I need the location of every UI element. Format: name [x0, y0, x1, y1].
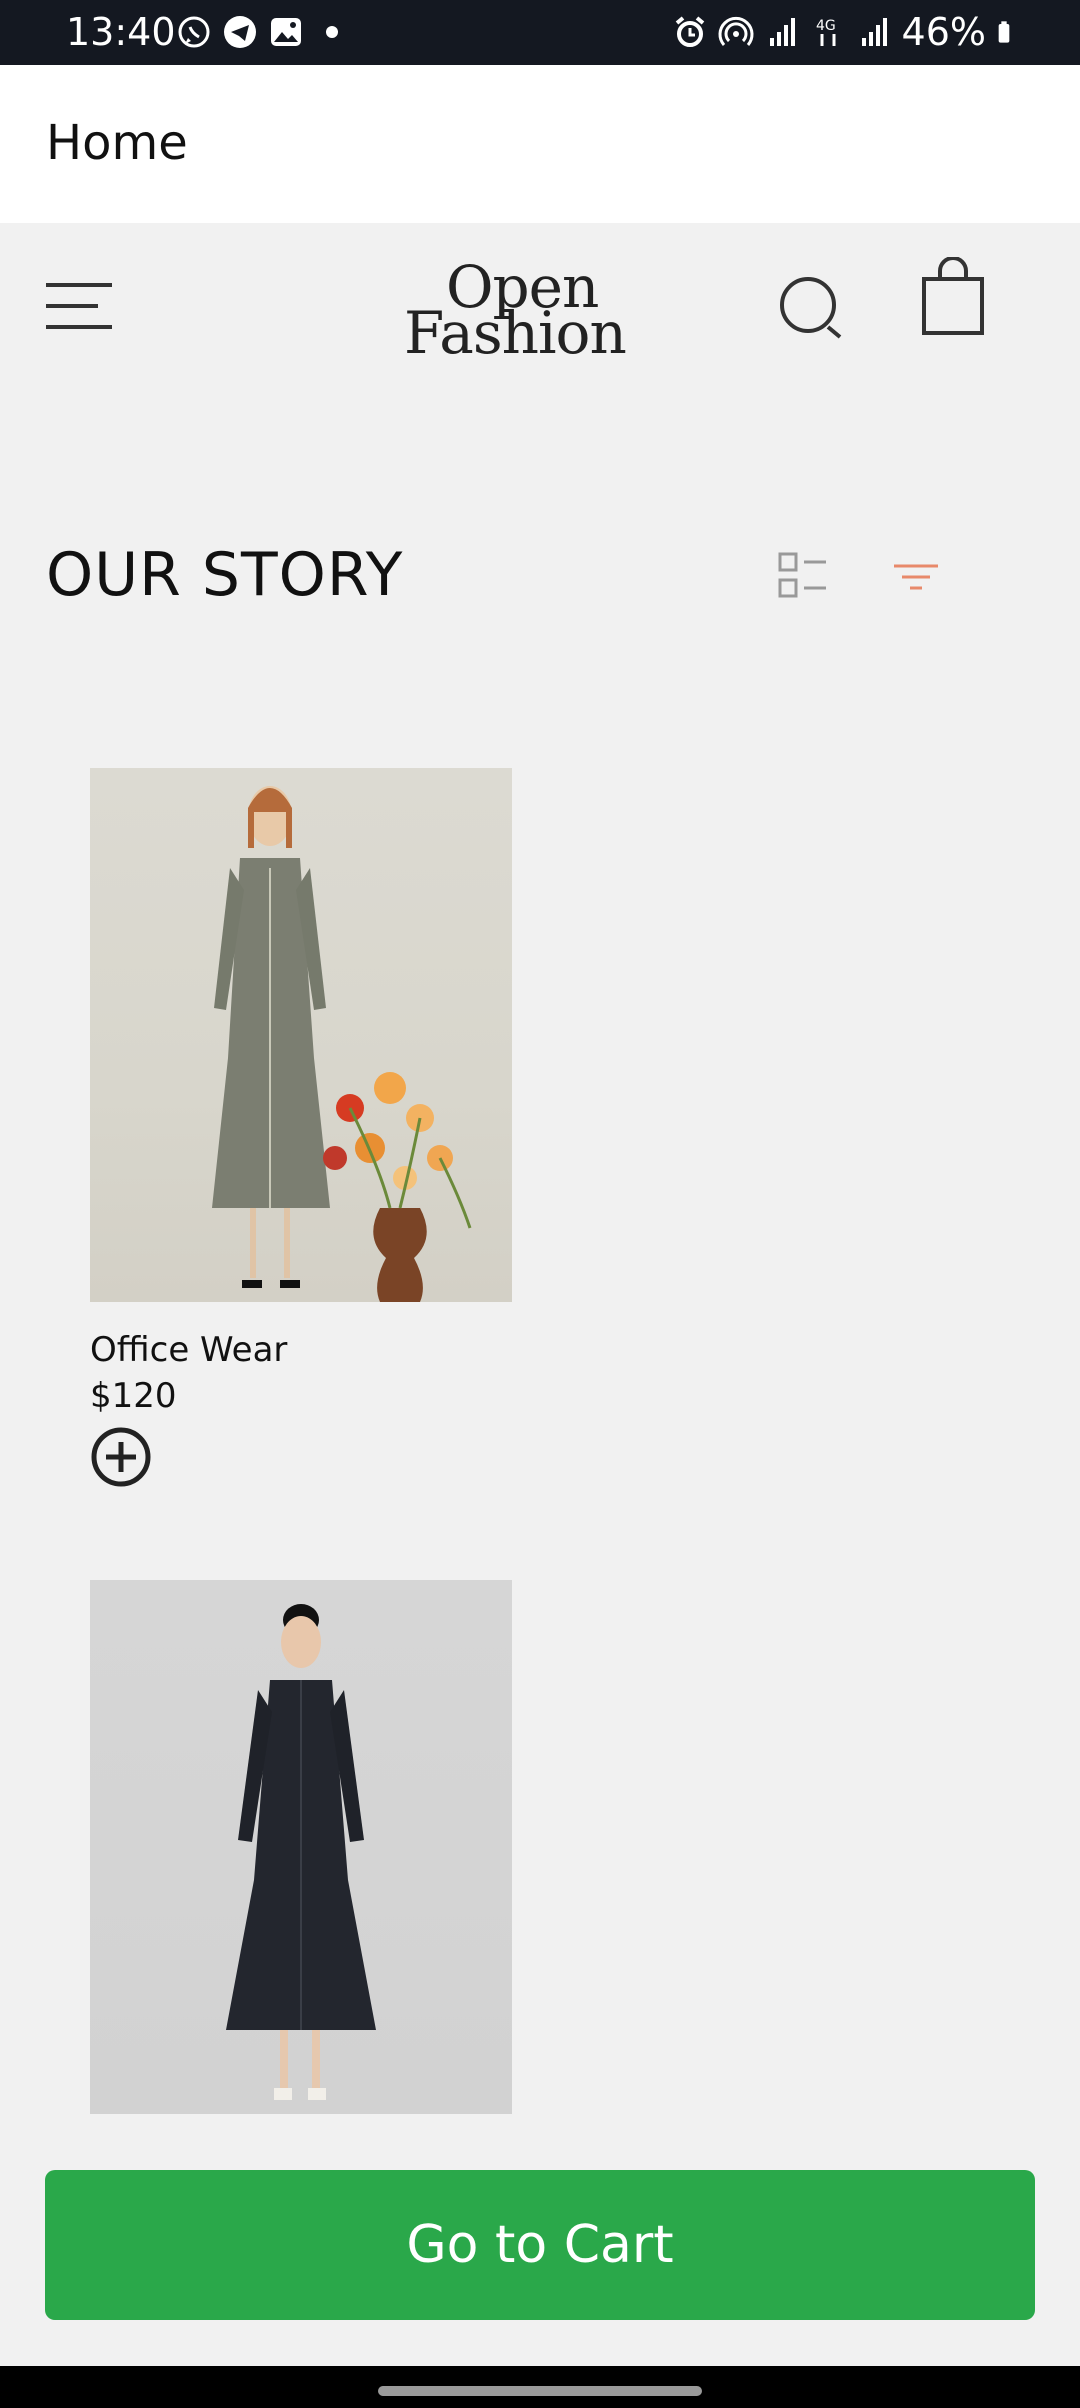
store-header: Open Fashion [0, 223, 1080, 383]
go-to-cart-button[interactable]: Go to Cart [45, 2170, 1035, 2320]
brand-logo[interactable]: Open Fashion [404, 253, 644, 367]
search-icon[interactable] [776, 273, 846, 343]
whatsapp-icon [178, 16, 210, 48]
system-icons: 4G 46% [672, 10, 1020, 54]
signal-icon [769, 18, 795, 46]
page-title: Home [46, 115, 188, 171]
gallery-icon [271, 18, 301, 46]
battery-percent: 46% [901, 10, 986, 54]
app-bar: Home [0, 65, 1080, 223]
home-gesture-handle[interactable] [378, 2386, 702, 2396]
product-photo-illustration [212, 786, 472, 1302]
system-navigation-bar [0, 2366, 1080, 2408]
add-to-cart-icon[interactable] [90, 1426, 152, 1488]
notification-icons [176, 14, 350, 50]
product-name: Office Wear [90, 1330, 288, 1370]
product-card[interactable]: Office Wear $120 [90, 768, 512, 1488]
product-image[interactable] [90, 768, 512, 1302]
status-bar: 13:40 4G 46% [0, 0, 1080, 65]
telegram-icon [224, 16, 256, 48]
logo-text-line2: Fashion [404, 299, 627, 367]
menu-icon[interactable] [44, 279, 114, 333]
signal-icon [861, 18, 887, 46]
hotspot-icon [718, 16, 753, 46]
alarm-icon [675, 16, 704, 47]
status-time: 13:40 [66, 10, 176, 54]
filter-icon[interactable] [892, 560, 940, 594]
product-card[interactable] [90, 1580, 512, 2114]
list-view-icon[interactable] [778, 550, 828, 600]
network-4g-icon: 4G [816, 18, 836, 46]
battery-icon [998, 21, 1010, 43]
section-title: OUR STORY [46, 540, 404, 610]
product-photo-illustration [226, 1604, 376, 2100]
product-price: $120 [90, 1376, 177, 1416]
svg-text:4G: 4G [816, 18, 836, 34]
shopping-bag-icon[interactable] [920, 257, 986, 337]
dot-icon [326, 26, 338, 38]
product-image[interactable] [90, 1580, 512, 2114]
